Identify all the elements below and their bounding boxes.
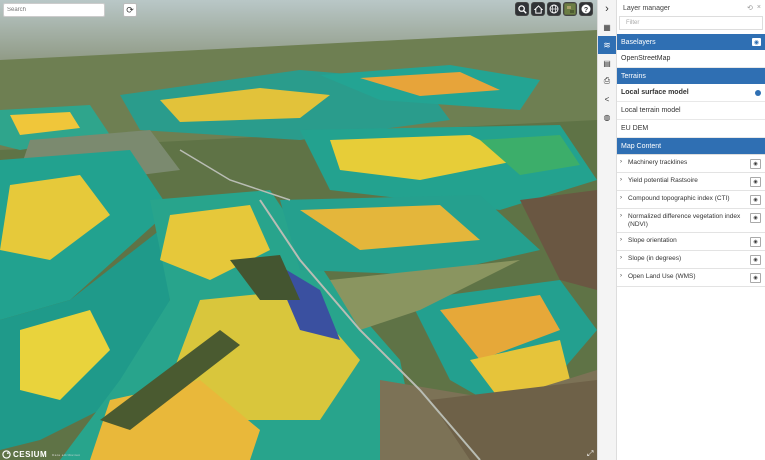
settings-globe-icon: ◍ xyxy=(603,112,611,122)
layer-label: Machinery tracklines xyxy=(628,159,688,166)
help-button[interactable]: ? xyxy=(579,2,593,16)
panel-header: Layer manager ⟲ × xyxy=(617,0,765,16)
chevron-right-icon[interactable]: › xyxy=(620,273,628,279)
filter-placeholder: Filter xyxy=(626,20,640,26)
layer-label: Normalized difference vegetation index (… xyxy=(628,213,741,228)
cesium-logo-text: CESIUM xyxy=(13,450,48,459)
eye-icon[interactable]: ◉ xyxy=(750,255,761,265)
list-item[interactable]: › Compound topographic index (CTI) ◉ xyxy=(617,191,765,209)
layer-label: Slope orientation xyxy=(628,237,677,244)
eye-icon[interactable]: ◉ xyxy=(750,213,761,223)
list-item[interactable]: › Open Land Use (WMS) ◉ xyxy=(617,269,765,287)
panel-title: Layer manager xyxy=(623,4,671,12)
list-item[interactable]: › Machinery tracklines ◉ xyxy=(617,155,765,173)
list-item[interactable]: › Normalized difference vegetation index… xyxy=(617,209,765,233)
eye-icon[interactable]: ◉ xyxy=(750,273,761,283)
magnifier-icon xyxy=(517,4,527,14)
basemap-picker-icon xyxy=(565,4,575,14)
chevron-right-icon[interactable]: › xyxy=(620,177,628,183)
fullscreen-icon: ⤢ xyxy=(587,449,594,458)
layer-manager-panel: Layer manager ⟲ × Filter Baselayers ◉ Op… xyxy=(616,0,765,460)
map-content-list: › Machinery tracklines ◉ › Yield potenti… xyxy=(617,154,765,287)
list-item[interactable]: › Slope orientation ◉ xyxy=(617,233,765,251)
search-input[interactable] xyxy=(4,4,103,16)
rail-database-button[interactable]: ▤ xyxy=(598,54,616,72)
eye-icon[interactable]: ◉ xyxy=(750,195,761,205)
database-icon: ▤ xyxy=(603,58,611,68)
map-viewport[interactable]: ⟳ ? CESIUM Data attribution ⤢ xyxy=(0,0,597,460)
chevron-right-icon[interactable]: › xyxy=(620,195,628,201)
chevron-right-icon[interactable]: › xyxy=(620,237,628,243)
map-content-header[interactable]: Map Content xyxy=(617,138,765,154)
refresh-icon: ⟳ xyxy=(126,4,134,15)
cesium-logo[interactable]: CESIUM Data attribution xyxy=(2,450,80,459)
share-icon: < xyxy=(604,94,610,104)
chevron-right-icon[interactable]: › xyxy=(620,159,628,165)
eye-icon[interactable]: ◉ xyxy=(752,38,761,46)
rail-settings-button[interactable]: ◍ xyxy=(598,108,616,126)
terrain-label: Local surface model xyxy=(621,89,689,96)
data-attribution-link[interactable]: Data attribution xyxy=(52,453,80,457)
basemap-picker-button[interactable] xyxy=(563,2,577,16)
collapse-chevron-icon: › xyxy=(605,3,609,15)
home-button[interactable] xyxy=(531,2,545,16)
map-content-label: Map Content xyxy=(621,142,662,150)
search-box[interactable] xyxy=(3,3,105,17)
rail-map-button[interactable]: ▦ xyxy=(598,18,616,36)
rail-print-button[interactable]: ⎙ xyxy=(598,72,616,90)
collapse-panel-button[interactable]: › xyxy=(598,0,616,18)
rail-layers-button[interactable]: ≋ xyxy=(598,36,616,54)
active-terrain-icon xyxy=(755,89,761,96)
baselayer-item[interactable]: OpenStreetMap xyxy=(617,50,765,68)
eye-icon[interactable]: ◉ xyxy=(750,237,761,247)
baselayers-label: Baselayers xyxy=(621,38,656,46)
layer-label: Compound topographic index (CTI) xyxy=(628,195,730,202)
list-item[interactable]: › Slope (in degrees) ◉ xyxy=(617,251,765,269)
terrain-label: Local terrain model xyxy=(621,107,681,114)
terrains-header[interactable]: Terrains xyxy=(617,68,765,84)
baselayers-header[interactable]: Baselayers ◉ xyxy=(617,34,765,50)
eye-icon[interactable]: ◉ xyxy=(750,177,761,187)
svg-text:?: ? xyxy=(584,7,588,14)
layer-label: Open Land Use (WMS) xyxy=(628,273,696,280)
print-icon: ⎙ xyxy=(603,76,611,85)
rail-share-button[interactable]: < xyxy=(598,90,616,108)
terrain-item-eu-dem[interactable]: EU DEM xyxy=(617,120,765,138)
chevron-right-icon[interactable]: › xyxy=(620,213,628,219)
fullscreen-button[interactable]: ⤢ xyxy=(587,450,595,458)
baselayer-label: OpenStreetMap xyxy=(621,55,671,62)
globe-icon xyxy=(549,4,559,14)
terrain-item-local-terrain-model[interactable]: Local terrain model xyxy=(617,102,765,120)
terrain-item-local-surface-model[interactable]: Local surface model xyxy=(617,84,765,102)
layer-label: Slope (in degrees) xyxy=(628,255,682,262)
side-rail: › ▦ ≋ ▤ ⎙ < ◍ xyxy=(597,0,616,460)
chevron-right-icon[interactable]: › xyxy=(620,255,628,261)
terrains-label: Terrains xyxy=(621,72,646,80)
refresh-button[interactable]: ⟳ xyxy=(123,3,137,17)
home-icon xyxy=(533,4,543,14)
terrain-scene[interactable] xyxy=(0,0,597,460)
cesium-logo-icon xyxy=(2,450,11,459)
search-tool-button[interactable] xyxy=(515,2,529,16)
map-icon: ▦ xyxy=(603,22,611,32)
sync-icon[interactable]: ⟲ xyxy=(747,4,753,12)
filter-field[interactable]: Filter xyxy=(619,16,763,30)
scene-mode-button[interactable] xyxy=(547,2,561,16)
eye-icon[interactable]: ◉ xyxy=(750,159,761,169)
terrain-label: EU DEM xyxy=(621,125,649,132)
layers-icon: ≋ xyxy=(603,39,611,50)
help-icon: ? xyxy=(581,4,591,14)
list-item[interactable]: › Yield potential Rastsoire ◉ xyxy=(617,173,765,191)
layer-label: Yield potential Rastsoire xyxy=(628,177,698,184)
close-icon[interactable]: × xyxy=(757,4,761,12)
panel-header-actions: ⟲ × xyxy=(747,4,765,12)
